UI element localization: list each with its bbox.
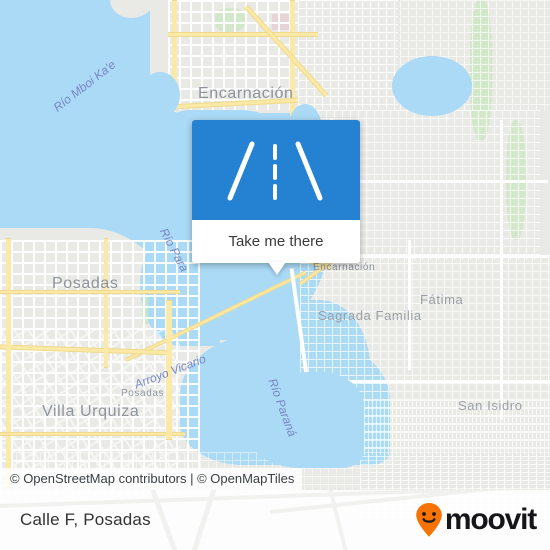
callout-pointer: [268, 262, 286, 275]
bottombar-bg-road-4: [328, 490, 354, 550]
road-major-posadas-coast-east: [166, 300, 172, 440]
water-shore-notch-right: [392, 56, 472, 116]
road-major-encarnacion-ring: [168, 32, 318, 37]
road-arterial-east-far: [500, 120, 503, 420]
map-screenshot: Encarnación Encarnación Posadas Posadas …: [0, 0, 550, 550]
bottom-info-bar: Calle F, Posadas moovit: [0, 490, 550, 550]
road-arterial-east-loop: [360, 255, 550, 258]
map-attribution[interactable]: © OpenStreetMap contributors | © OpenMap…: [0, 468, 303, 490]
road-major-posadas-south: [0, 432, 185, 436]
callout-image: [192, 120, 360, 220]
moovit-brand: moovit: [415, 490, 537, 550]
place-title: Calle F, Posadas: [20, 510, 151, 529]
road-major-posadas-vertical-2: [104, 238, 108, 368]
road-arterial-east-vertical: [408, 240, 411, 370]
moovit-wordmark: moovit: [444, 503, 537, 536]
water-shore-notch-north: [140, 72, 180, 118]
street-grid-encarnacion-east: [298, 0, 398, 110]
street-grid-encarnacion: [168, 0, 298, 110]
take-me-there-button[interactable]: Take me there: [192, 220, 360, 263]
road-arterial-southeast: [330, 380, 550, 383]
map-label-rio-mboi-kae: Río Mboi Ka'e: [50, 57, 119, 115]
road-perspective-icon: [227, 141, 323, 201]
road-major-posadas-horizontal: [0, 290, 180, 294]
moovit-pin-icon: [416, 503, 442, 537]
place-callout-card[interactable]: Take me there: [192, 120, 360, 263]
road-major-posadas-vertical-1: [6, 238, 11, 488]
